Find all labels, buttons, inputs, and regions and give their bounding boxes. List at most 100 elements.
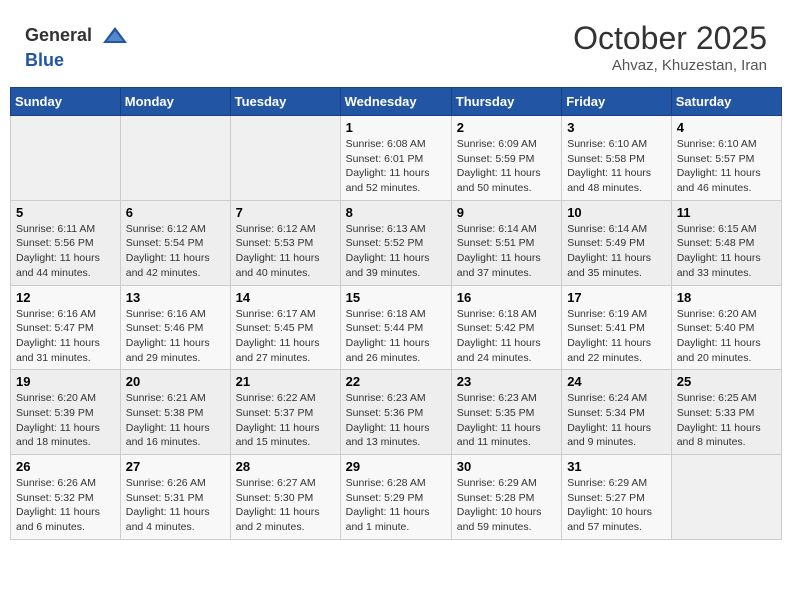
day-info: Sunrise: 6:29 AMSunset: 5:27 PMDaylight:… <box>567 476 666 535</box>
day-info: Sunrise: 6:16 AMSunset: 5:46 PMDaylight:… <box>126 307 225 366</box>
day-number: 31 <box>567 459 666 474</box>
calendar-cell: 11 Sunrise: 6:15 AMSunset: 5:48 PMDayligh… <box>671 200 781 285</box>
calendar-cell: 20 Sunrise: 6:21 AMSunset: 5:38 PMDayligh… <box>120 370 230 455</box>
day-number: 9 <box>457 205 556 220</box>
day-info: Sunrise: 6:14 AMSunset: 5:51 PMDaylight:… <box>457 222 556 281</box>
calendar-cell: 17 Sunrise: 6:19 AMSunset: 5:41 PMDayligh… <box>562 285 672 370</box>
day-info: Sunrise: 6:20 AMSunset: 5:39 PMDaylight:… <box>16 391 115 450</box>
day-info: Sunrise: 6:14 AMSunset: 5:49 PMDaylight:… <box>567 222 666 281</box>
calendar-cell: 23Sunrise: 6:23 AMSunset: 5:35 PMDayligh… <box>451 370 561 455</box>
day-number: 28 <box>236 459 335 474</box>
calendar-cell <box>120 116 230 201</box>
day-info: Sunrise: 6:21 AMSunset: 5:38 PMDaylight:… <box>126 391 225 450</box>
column-header-sunday: Sunday <box>11 88 121 116</box>
page-header: General Blue October 2025 Ahvaz, Khuzest… <box>10 10 782 79</box>
calendar-cell: 26Sunrise: 6:26 AMSunset: 5:32 PMDayligh… <box>11 455 121 540</box>
calendar-cell: 2 Sunrise: 6:09 AMSunset: 5:59 PMDaylight… <box>451 116 561 201</box>
day-info: Sunrise: 6:28 AMSunset: 5:29 PMDaylight:… <box>346 476 446 535</box>
calendar-cell: 4 Sunrise: 6:10 AMSunset: 5:57 PMDaylight… <box>671 116 781 201</box>
day-number: 15 <box>346 290 446 305</box>
day-info: Sunrise: 6:10 AMSunset: 5:58 PMDaylight:… <box>567 137 666 196</box>
day-number: 17 <box>567 290 666 305</box>
day-info: Sunrise: 6:20 AMSunset: 5:40 PMDaylight:… <box>677 307 776 366</box>
calendar-cell: 21 Sunrise: 6:22 AMSunset: 5:37 PMDayligh… <box>230 370 340 455</box>
calendar-week-row: 12 Sunrise: 6:16 AMSunset: 5:47 PMDayligh… <box>11 285 782 370</box>
day-info: Sunrise: 6:13 AMSunset: 5:52 PMDaylight:… <box>346 222 446 281</box>
day-number: 13 <box>126 290 225 305</box>
day-info: Sunrise: 6:17 AMSunset: 5:45 PMDaylight:… <box>236 307 335 366</box>
day-number: 1 <box>346 120 446 135</box>
day-info: Sunrise: 6:16 AMSunset: 5:47 PMDaylight:… <box>16 307 115 366</box>
calendar-cell: 27 Sunrise: 6:26 AMSunset: 5:31 PMDayligh… <box>120 455 230 540</box>
day-number: 4 <box>677 120 776 135</box>
calendar-cell: 1 Sunrise: 6:08 AMSunset: 6:01 PMDaylight… <box>340 116 451 201</box>
day-info: Sunrise: 6:23 AMSunset: 5:36 PMDaylight:… <box>346 391 446 450</box>
day-number: 5 <box>16 205 115 220</box>
day-info: Sunrise: 6:26 AMSunset: 5:31 PMDaylight:… <box>126 476 225 535</box>
day-info: Sunrise: 6:27 AMSunset: 5:30 PMDaylight:… <box>236 476 335 535</box>
day-info: Sunrise: 6:09 AMSunset: 5:59 PMDaylight:… <box>457 137 556 196</box>
calendar-cell: 12 Sunrise: 6:16 AMSunset: 5:47 PMDayligh… <box>11 285 121 370</box>
calendar-cell <box>671 455 781 540</box>
day-info: Sunrise: 6:12 AMSunset: 5:53 PMDaylight:… <box>236 222 335 281</box>
calendar-cell: 13 Sunrise: 6:16 AMSunset: 5:46 PMDayligh… <box>120 285 230 370</box>
calendar-cell: 24 Sunrise: 6:24 AMSunset: 5:34 PMDayligh… <box>562 370 672 455</box>
day-number: 22 <box>346 374 446 389</box>
calendar-cell: 31 Sunrise: 6:29 AMSunset: 5:27 PMDayligh… <box>562 455 672 540</box>
calendar-week-row: 19 Sunrise: 6:20 AMSunset: 5:39 PMDayligh… <box>11 370 782 455</box>
calendar-cell <box>11 116 121 201</box>
day-number: 2 <box>457 120 556 135</box>
day-number: 20 <box>126 374 225 389</box>
calendar-cell: 30 Sunrise: 6:29 AMSunset: 5:28 PMDayligh… <box>451 455 561 540</box>
calendar-cell: 22 Sunrise: 6:23 AMSunset: 5:36 PMDayligh… <box>340 370 451 455</box>
day-info: Sunrise: 6:08 AMSunset: 6:01 PMDaylight:… <box>346 137 446 196</box>
day-info: Sunrise: 6:26 AMSunset: 5:32 PMDaylight:… <box>16 476 115 535</box>
calendar-cell: 7 Sunrise: 6:12 AMSunset: 5:53 PMDaylight… <box>230 200 340 285</box>
day-number: 25 <box>677 374 776 389</box>
day-number: 24 <box>567 374 666 389</box>
day-info: Sunrise: 6:23 AMSunset: 5:35 PMDaylight:… <box>457 391 556 450</box>
day-info: Sunrise: 6:15 AMSunset: 5:48 PMDaylight:… <box>677 222 776 281</box>
month-title: October 2025 <box>573 20 767 57</box>
day-info: Sunrise: 6:10 AMSunset: 5:57 PMDaylight:… <box>677 137 776 196</box>
day-number: 11 <box>677 205 776 220</box>
calendar-cell: 19 Sunrise: 6:20 AMSunset: 5:39 PMDayligh… <box>11 370 121 455</box>
calendar-cell: 10Sunrise: 6:14 AMSunset: 5:49 PMDayligh… <box>562 200 672 285</box>
day-number: 18 <box>677 290 776 305</box>
title-block: October 2025 Ahvaz, Khuzestan, Iran <box>573 20 767 74</box>
column-header-wednesday: Wednesday <box>340 88 451 116</box>
day-number: 21 <box>236 374 335 389</box>
day-info: Sunrise: 6:18 AMSunset: 5:42 PMDaylight:… <box>457 307 556 366</box>
column-header-tuesday: Tuesday <box>230 88 340 116</box>
logo-icon <box>101 23 129 51</box>
column-header-thursday: Thursday <box>451 88 561 116</box>
calendar-cell: 9 Sunrise: 6:14 AMSunset: 5:51 PMDaylight… <box>451 200 561 285</box>
calendar-cell: 18 Sunrise: 6:20 AMSunset: 5:40 PMDayligh… <box>671 285 781 370</box>
calendar-cell: 5 Sunrise: 6:11 AMSunset: 5:56 PMDaylight… <box>11 200 121 285</box>
calendar-cell: 28 Sunrise: 6:27 AMSunset: 5:30 PMDayligh… <box>230 455 340 540</box>
calendar-table: SundayMondayTuesdayWednesdayThursdayFrid… <box>10 87 782 540</box>
day-number: 3 <box>567 120 666 135</box>
calendar-cell: 16Sunrise: 6:18 AMSunset: 5:42 PMDayligh… <box>451 285 561 370</box>
day-number: 8 <box>346 205 446 220</box>
day-number: 7 <box>236 205 335 220</box>
logo-general: General <box>25 25 92 45</box>
day-info: Sunrise: 6:29 AMSunset: 5:28 PMDaylight:… <box>457 476 556 535</box>
calendar-cell: 3 Sunrise: 6:10 AMSunset: 5:58 PMDaylight… <box>562 116 672 201</box>
day-info: Sunrise: 6:19 AMSunset: 5:41 PMDaylight:… <box>567 307 666 366</box>
day-info: Sunrise: 6:18 AMSunset: 5:44 PMDaylight:… <box>346 307 446 366</box>
day-info: Sunrise: 6:11 AMSunset: 5:56 PMDaylight:… <box>16 222 115 281</box>
calendar-cell: 14 Sunrise: 6:17 AMSunset: 5:45 PMDayligh… <box>230 285 340 370</box>
day-number: 12 <box>16 290 115 305</box>
day-info: Sunrise: 6:24 AMSunset: 5:34 PMDaylight:… <box>567 391 666 450</box>
day-number: 30 <box>457 459 556 474</box>
day-number: 27 <box>126 459 225 474</box>
calendar-cell: 8 Sunrise: 6:13 AMSunset: 5:52 PMDaylight… <box>340 200 451 285</box>
day-number: 19 <box>16 374 115 389</box>
day-number: 14 <box>236 290 335 305</box>
day-number: 6 <box>126 205 225 220</box>
calendar-week-row: 26Sunrise: 6:26 AMSunset: 5:32 PMDayligh… <box>11 455 782 540</box>
logo-line1: General <box>25 23 129 51</box>
column-header-friday: Friday <box>562 88 672 116</box>
day-info: Sunrise: 6:22 AMSunset: 5:37 PMDaylight:… <box>236 391 335 450</box>
